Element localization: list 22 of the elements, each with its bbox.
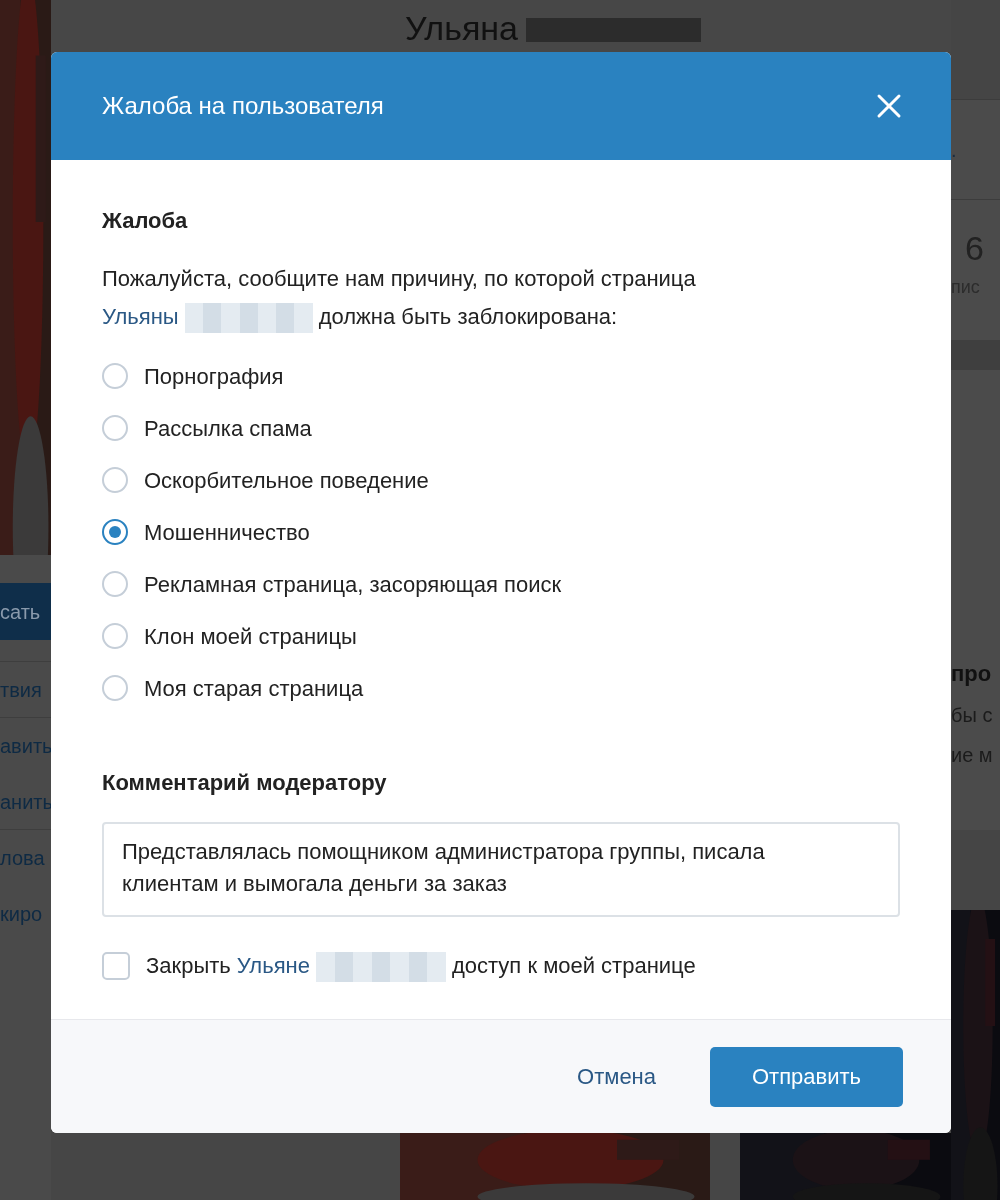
info-text: .: [951, 137, 957, 163]
checkbox[interactable]: [102, 951, 130, 980]
reason-radio[interactable]: Порнография: [102, 350, 900, 402]
section-title: Жалоба: [102, 207, 189, 235]
reason-radio[interactable]: Мошенничество: [102, 506, 900, 558]
reason-radio[interactable]: Оскорбительное поведение: [102, 454, 900, 506]
block-access-label: Закрыть Ульяне доступ к моей странице: [146, 949, 696, 983]
close-icon[interactable]: [876, 93, 902, 119]
submit-button[interactable]: Отправить: [710, 1046, 903, 1107]
dialog-title: Жалоба на пользователя: [102, 91, 384, 121]
prompt-text: Пожалуйста, сообщите нам причину, по которой страница Ульяны должна быть заблокирована:: [102, 260, 900, 336]
reason-radio[interactable]: Клон моей страницы: [102, 610, 900, 662]
section-heading: про: [951, 660, 993, 688]
user-link[interactable]: Ульяне: [236, 953, 310, 978]
comment-field[interactable]: Представлялась помощником администратора группы, писала клиентам и вымогала деньги за заказ: [102, 822, 900, 917]
user-link[interactable]: Ульяны: [102, 304, 179, 329]
reason-radio[interactable]: Рекламная страница, засоряющая поиск: [102, 558, 900, 610]
reason-radio[interactable]: Моя старая страница: [102, 662, 900, 714]
cancel-link[interactable]: Отмена: [577, 1060, 656, 1093]
write-button[interactable]: сать: [0, 583, 51, 640]
comment-label: Комментарий модератору: [102, 769, 388, 797]
reason-radio[interactable]: Рассылка спама: [102, 402, 900, 454]
